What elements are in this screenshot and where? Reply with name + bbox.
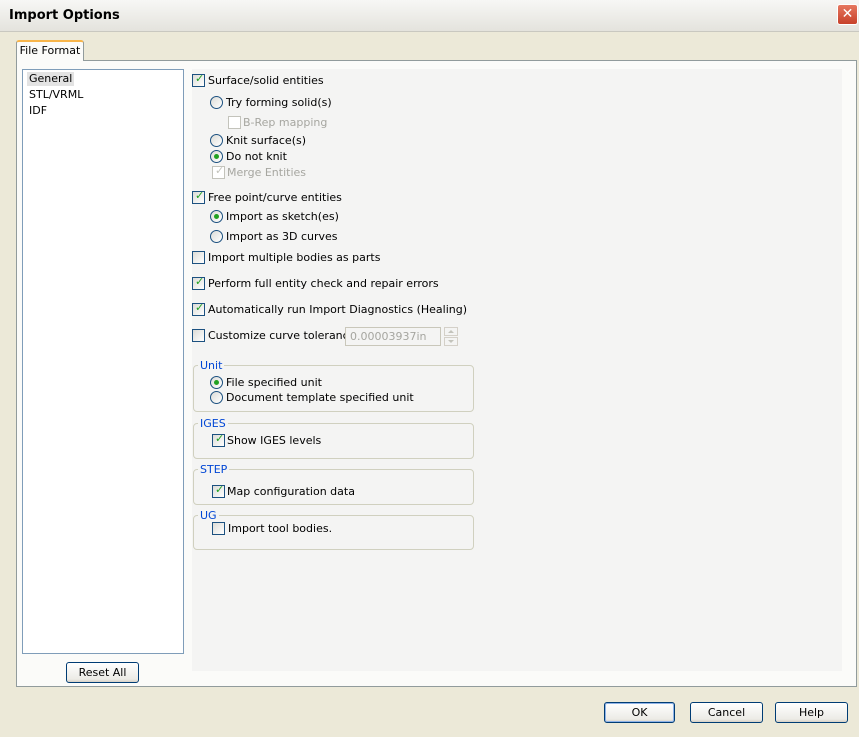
document-template-unit-label: Document template specified unit xyxy=(226,391,414,404)
auto-diagnostics-label: Automatically run Import Diagnostics (He… xyxy=(208,303,467,316)
do-not-knit-label: Do not knit xyxy=(226,150,287,163)
import-multiple-bodies-checkbox[interactable] xyxy=(192,251,205,264)
radio-dot xyxy=(214,214,219,219)
full-entity-check-checkbox[interactable]: ✓ xyxy=(192,275,205,290)
customize-tolerance-checkbox[interactable] xyxy=(192,329,205,342)
category-item-idf[interactable]: IDF xyxy=(27,104,49,118)
import-as-sketches-label: Import as sketch(es) xyxy=(226,210,339,223)
auto-diagnostics-checkbox[interactable]: ✓ xyxy=(192,301,205,316)
ok-button[interactable]: OK xyxy=(604,702,675,723)
import-as-3d-curves-radio[interactable] xyxy=(210,230,223,243)
merge-entities-label: Merge Entities xyxy=(227,166,306,179)
reset-all-button[interactable]: Reset All xyxy=(66,662,139,683)
radio-dot xyxy=(214,380,219,385)
radio-dot xyxy=(214,154,219,159)
checkmark-icon: ✓ xyxy=(195,189,205,202)
category-list[interactable]: General STL/VRML IDF xyxy=(22,69,184,654)
tolerance-input[interactable]: 0.00003937in xyxy=(345,327,441,346)
iges-group-title: IGES xyxy=(198,417,228,430)
checkmark-icon: ✓ xyxy=(215,432,225,445)
title-bar: Import Options ✕ xyxy=(0,0,859,32)
tab-file-format[interactable]: File Format xyxy=(16,40,84,61)
knit-surfaces-label: Knit surface(s) xyxy=(226,134,307,147)
knit-surfaces-radio[interactable] xyxy=(210,134,223,147)
customize-tolerance-label: Customize curve tolerance: xyxy=(208,329,360,342)
surface-solid-label: Surface/solid entities xyxy=(208,74,324,87)
brep-mapping-checkbox[interactable] xyxy=(228,116,241,129)
show-iges-levels-checkbox[interactable]: ✓ xyxy=(212,432,225,447)
import-tool-bodies-label: Import tool bodies. xyxy=(228,522,333,535)
full-entity-check-label: Perform full entity check and repair err… xyxy=(208,277,439,290)
free-point-curve-checkbox[interactable]: ✓ xyxy=(192,189,205,204)
surface-solid-checkbox[interactable]: ✓ xyxy=(192,72,205,87)
import-as-3d-curves-label: Import as 3D curves xyxy=(226,230,338,243)
tolerance-spin-up-button[interactable] xyxy=(444,327,458,336)
checkmark-icon: ✓ xyxy=(215,483,225,496)
category-item-general[interactable]: General xyxy=(27,72,75,86)
cancel-button[interactable]: Cancel xyxy=(690,702,763,723)
try-forming-solids-label: Try forming solid(s) xyxy=(226,96,332,109)
checkmark-icon: ✓ xyxy=(195,301,205,314)
document-template-unit-radio[interactable] xyxy=(210,391,223,404)
checkmark-icon: ✓ xyxy=(195,72,205,85)
import-tool-bodies-checkbox[interactable] xyxy=(212,522,225,535)
import-as-sketches-radio[interactable] xyxy=(210,210,223,223)
file-specified-unit-radio[interactable] xyxy=(210,376,223,389)
unit-group-title: Unit xyxy=(198,359,225,372)
try-forming-solids-radio[interactable] xyxy=(210,96,223,109)
brep-mapping-label: B-Rep mapping xyxy=(243,116,328,129)
show-iges-levels-label: Show IGES levels xyxy=(227,434,322,447)
free-point-curve-label: Free point/curve entities xyxy=(208,191,342,204)
checkmark-icon: ✓ xyxy=(195,275,205,288)
file-specified-unit-label: File specified unit xyxy=(226,376,322,389)
ug-group-title: UG xyxy=(198,509,219,522)
import-multiple-bodies-label: Import multiple bodies as parts xyxy=(208,251,381,264)
merge-entities-checkbox[interactable]: ✓ xyxy=(212,164,225,179)
close-icon: ✕ xyxy=(841,6,854,22)
close-button[interactable]: ✕ xyxy=(837,4,858,25)
step-group-title: STEP xyxy=(198,463,230,476)
window-title: Import Options xyxy=(9,8,120,23)
map-configuration-label: Map configuration data xyxy=(227,485,355,498)
category-item-stl-vrml[interactable]: STL/VRML xyxy=(27,88,85,102)
help-button[interactable]: Help xyxy=(775,702,848,723)
checkmark-icon: ✓ xyxy=(215,164,225,177)
map-configuration-checkbox[interactable]: ✓ xyxy=(212,483,225,498)
tolerance-spin-down-button[interactable] xyxy=(444,337,458,346)
do-not-knit-radio[interactable] xyxy=(210,150,223,163)
